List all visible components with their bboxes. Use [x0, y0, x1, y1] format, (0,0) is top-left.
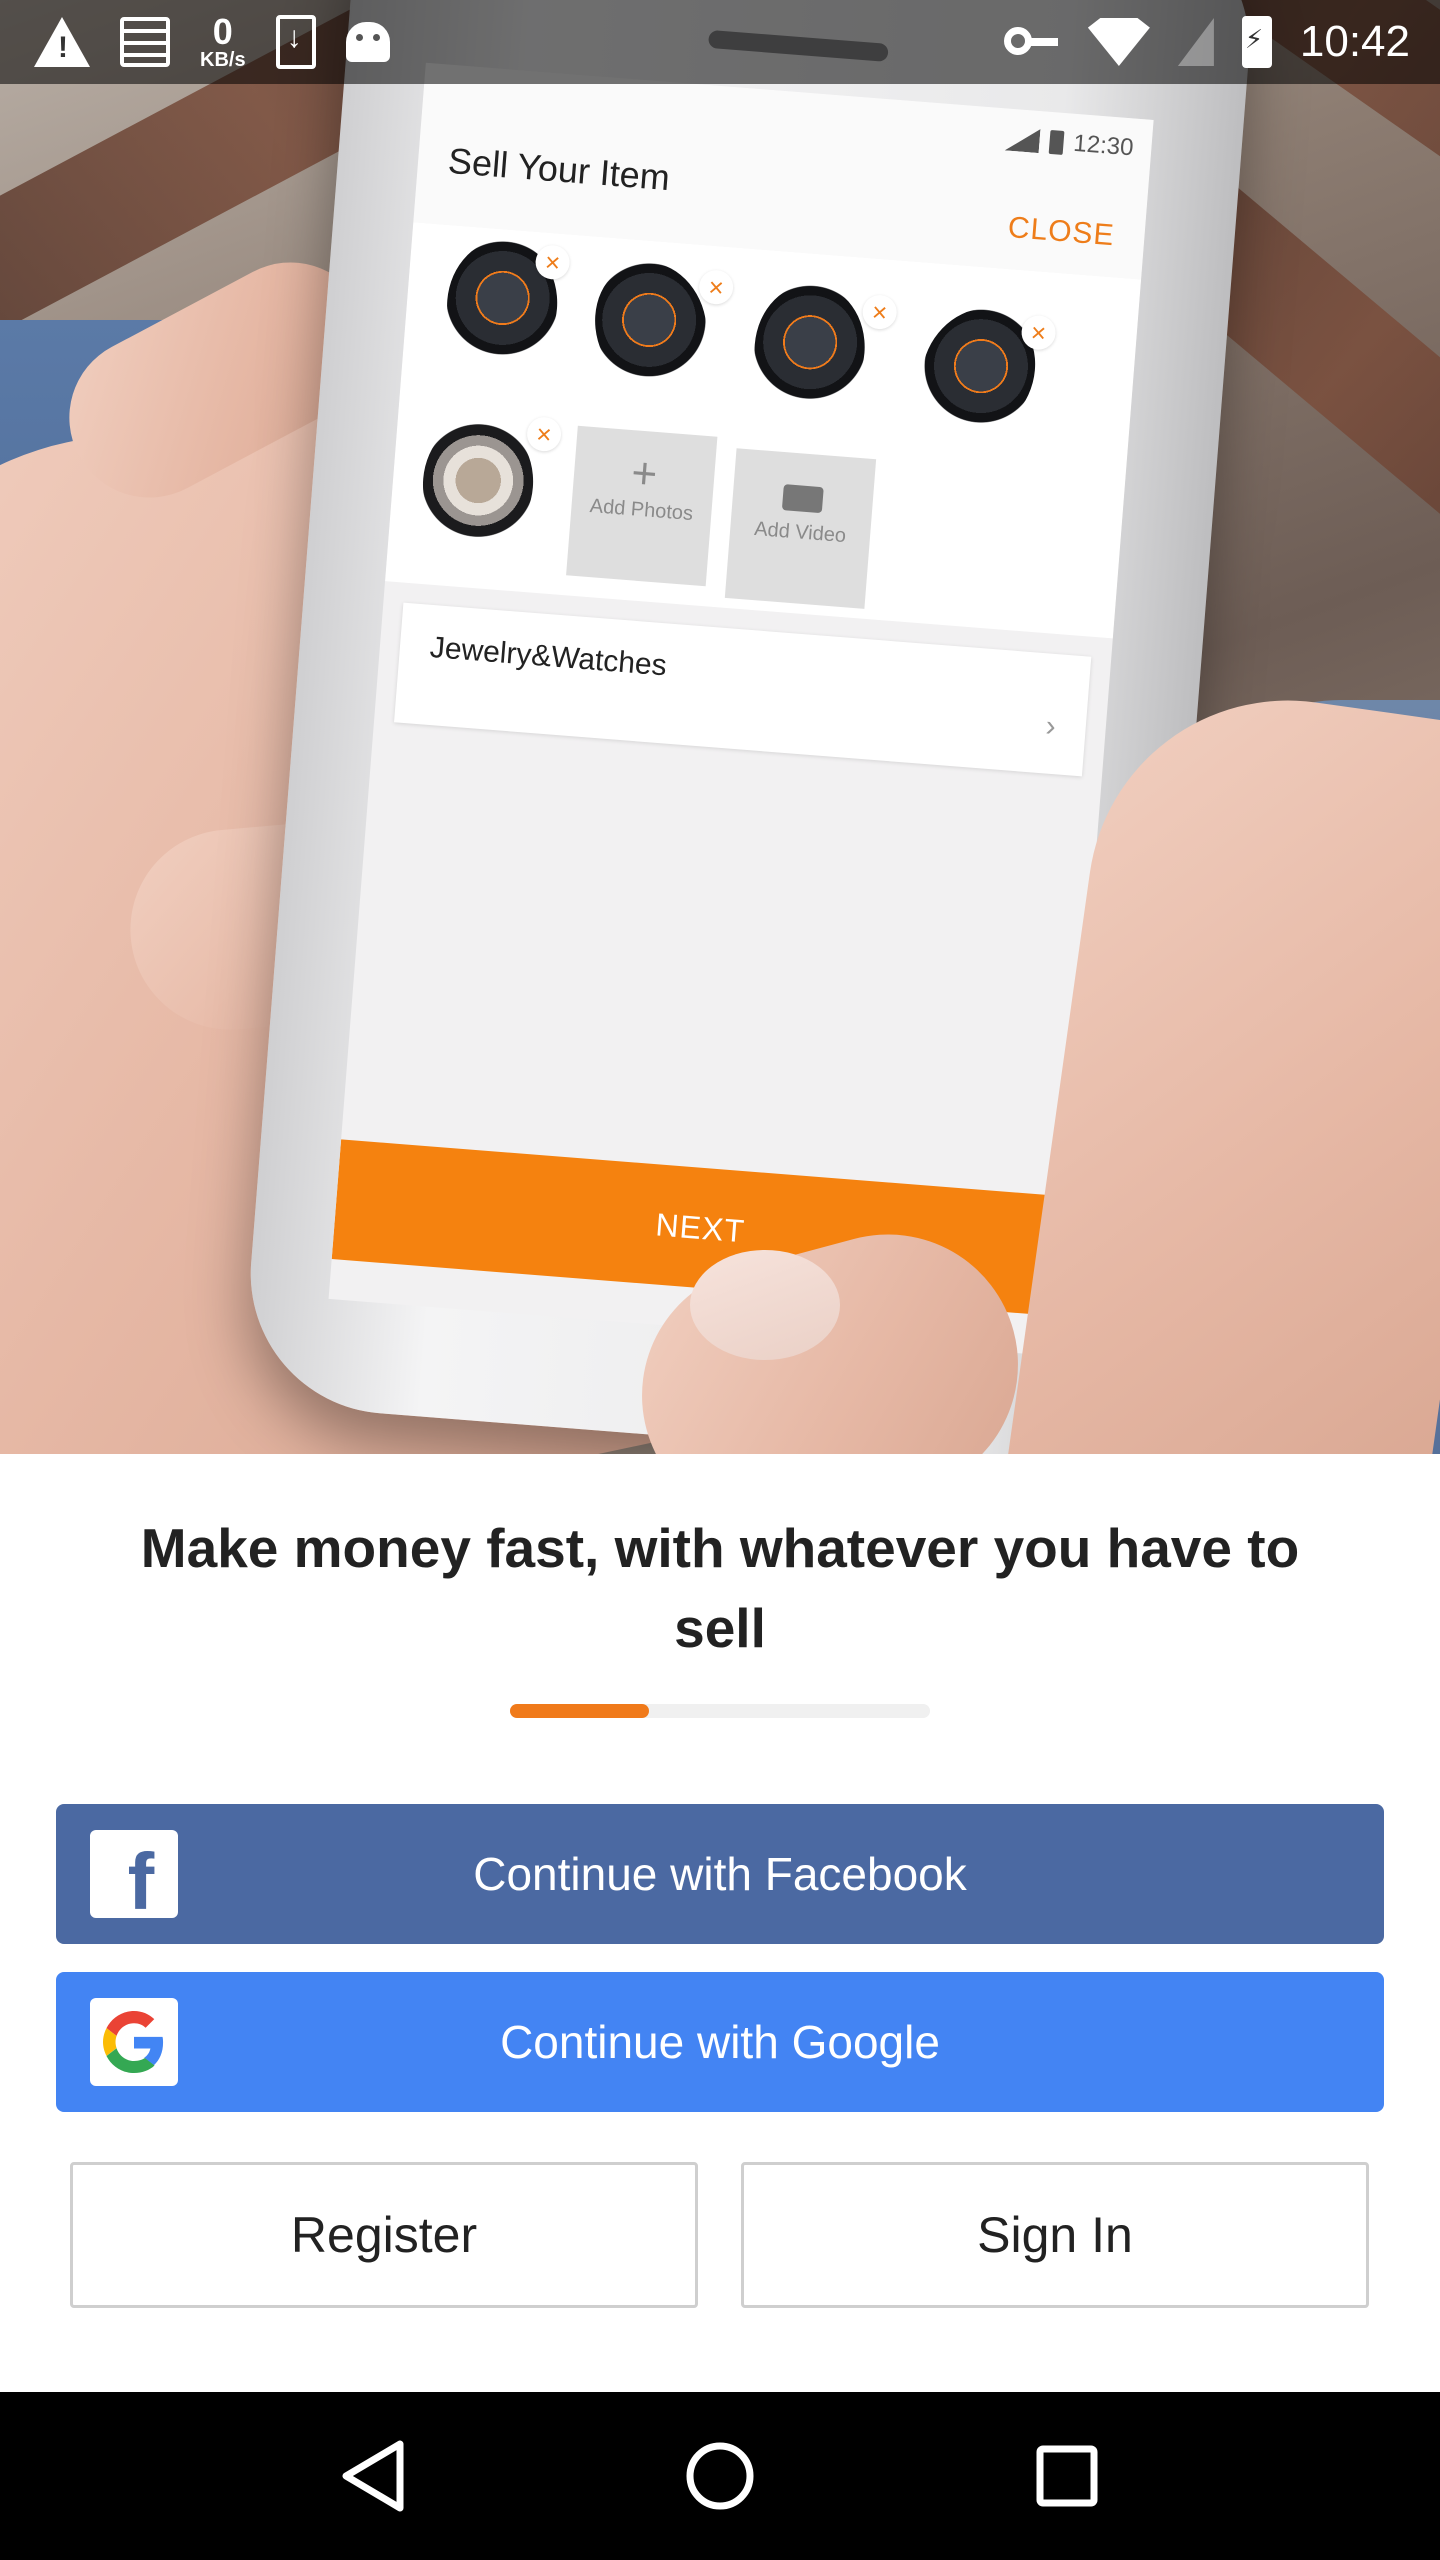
register-button[interactable]: Register — [70, 2162, 698, 2308]
add-video-tile: Add Video — [724, 448, 877, 609]
cellular-icon — [1177, 18, 1214, 66]
phone-screen: 12:30 Sell Your Item CLOSE × × × × × + A… — [328, 62, 1154, 1357]
cellular-icon — [1005, 126, 1041, 153]
watch-photo — [901, 290, 1056, 454]
wifi-icon — [1087, 18, 1150, 66]
add-photos-tile: + Add Photos — [566, 425, 718, 587]
facebook-button-label: Continue with Facebook — [473, 1848, 967, 1900]
recents-icon[interactable] — [1027, 2436, 1107, 2516]
photo-grid: × × × × × + Add Photos Add Video — [385, 222, 1142, 639]
network-speed-value: 0 — [212, 11, 233, 52]
watch-photo — [580, 248, 722, 404]
warning-icon: ! — [34, 17, 90, 67]
onboarding-progress — [510, 1704, 930, 1718]
register-button-label: Register — [290, 2207, 478, 2263]
hero-image: 12:30 Sell Your Item CLOSE × × × × × + A… — [0, 0, 1440, 1454]
continue-with-facebook-button[interactable]: f Continue with Facebook — [56, 1804, 1384, 1944]
remove-photo-icon: × — [861, 293, 898, 331]
add-video-label: Add Video — [753, 517, 847, 548]
phone-close-button: CLOSE — [1006, 210, 1116, 253]
onboarding-headline: Make money fast, with whatever you have … — [140, 1517, 1300, 1659]
google-icon — [90, 1998, 178, 2086]
news-icon — [120, 17, 170, 67]
back-icon[interactable] — [333, 2436, 413, 2516]
chevron-right-icon: › — [1044, 709, 1058, 744]
watch-photo — [418, 414, 538, 553]
continue-with-google-button[interactable]: Continue with Google — [56, 1972, 1384, 2112]
google-button-label: Continue with Google — [500, 2016, 940, 2068]
sign-in-button[interactable]: Sign In — [741, 2162, 1369, 2308]
remove-photo-icon: × — [697, 268, 735, 306]
network-speed-unit: KB/s — [200, 49, 246, 71]
download-icon — [275, 15, 316, 69]
navigation-bar — [0, 2392, 1440, 2560]
video-camera-icon — [781, 484, 824, 514]
status-time: 10:42 — [1299, 17, 1410, 66]
battery-icon — [1048, 129, 1065, 155]
onboarding-progress-fill — [510, 1704, 649, 1718]
phone-status: 12:30 — [1005, 124, 1135, 162]
phone-screen-title: Sell Your Item — [446, 139, 672, 199]
phone-time: 12:30 — [1072, 129, 1135, 162]
category-label: Jewelry&Watches — [428, 630, 668, 683]
remove-photo-icon: × — [525, 415, 563, 453]
vpn-key-icon — [1003, 27, 1060, 57]
category-row: Jewelry&Watches › — [394, 602, 1092, 777]
home-icon[interactable] — [680, 2436, 760, 2516]
watch-photo — [749, 279, 870, 418]
thumbnail — [690, 1250, 840, 1360]
battery-charging-icon — [1241, 16, 1272, 68]
android-icon — [345, 22, 390, 62]
status-bar: ! 0 KB/s 10:42 — [0, 0, 1440, 84]
sign-in-button-label: Sign In — [977, 2207, 1133, 2263]
facebook-icon: f — [90, 1830, 178, 1926]
network-speed: 0 KB/s — [200, 11, 246, 71]
